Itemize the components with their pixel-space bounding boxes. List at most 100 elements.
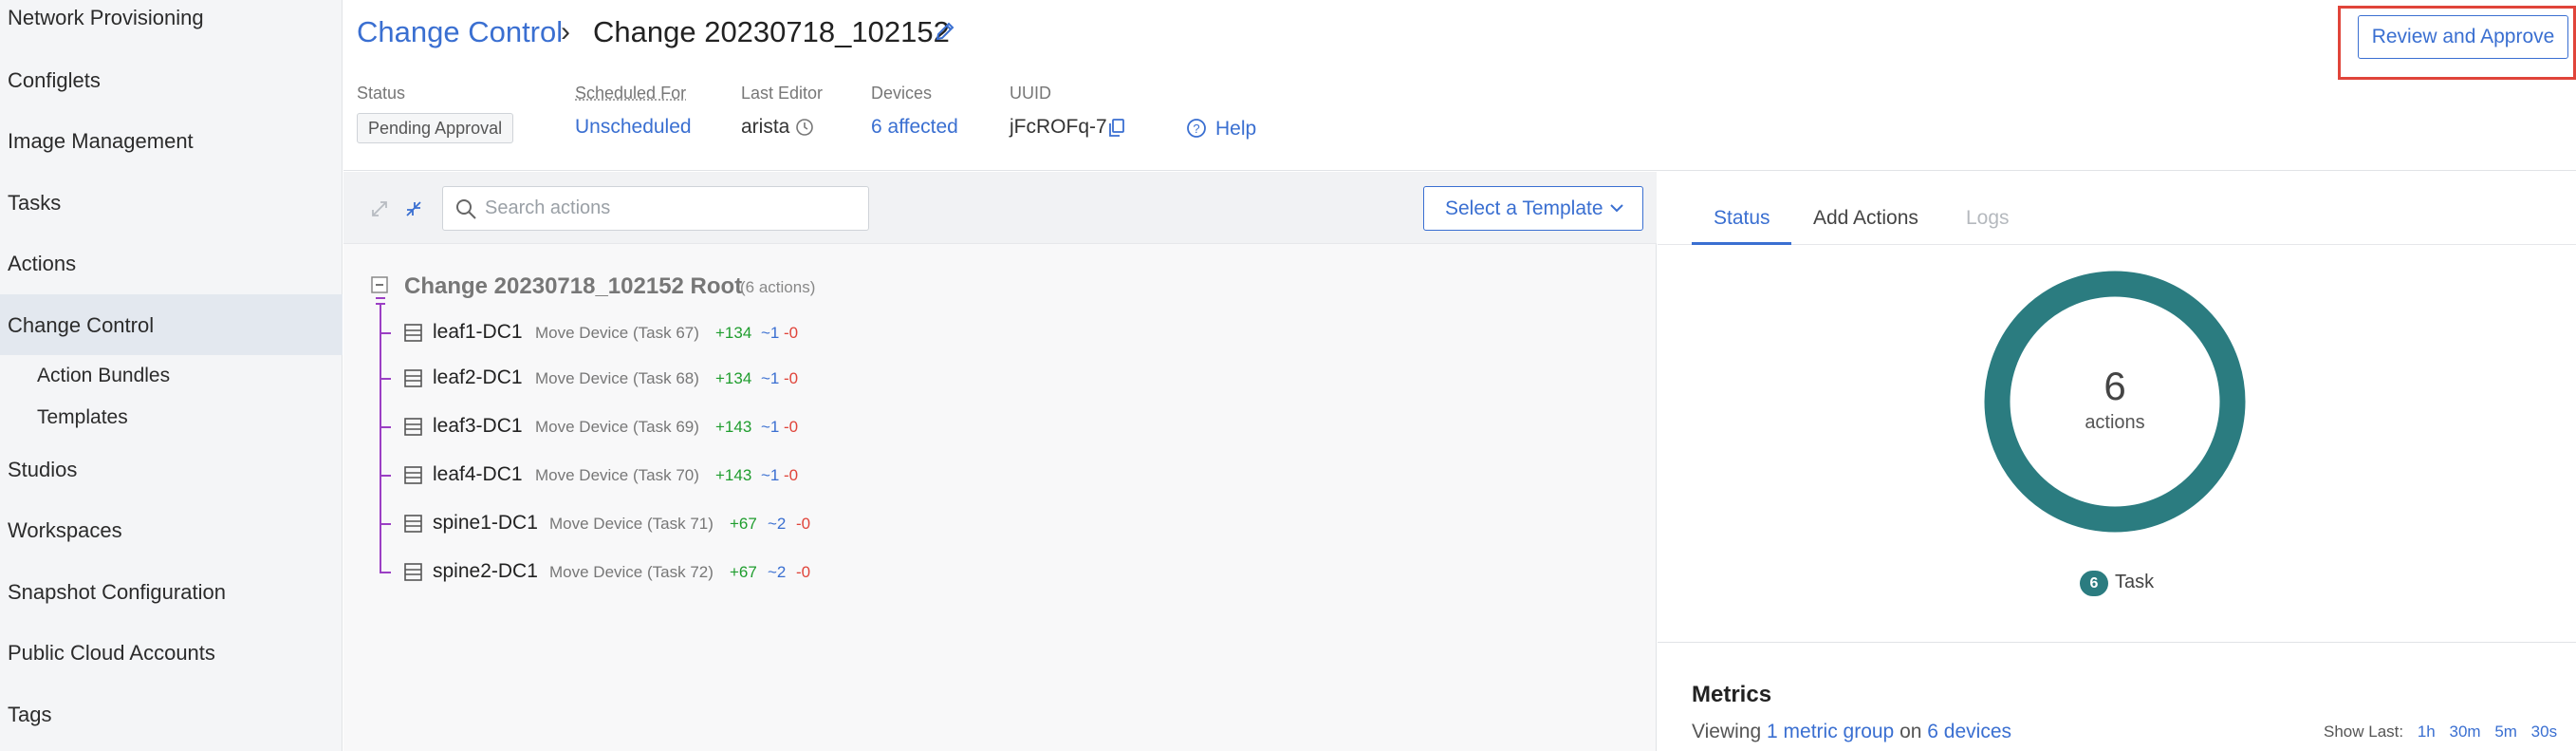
last-editor-label: Last Editor <box>741 84 824 103</box>
sidebar-item-workspaces[interactable]: Workspaces <box>8 518 122 543</box>
tree-action-label: Move Device (Task 70) <box>535 466 699 484</box>
sidebar-item-snapshot-configuration[interactable]: Snapshot Configuration <box>8 580 226 605</box>
sidebar-item-actions[interactable]: Actions <box>8 252 76 276</box>
device-icon <box>404 563 422 581</box>
tree-action-label: Move Device (Task 72) <box>549 563 713 581</box>
clock-icon[interactable] <box>795 118 814 137</box>
device-icon <box>404 369 422 387</box>
sidebar-item-tasks[interactable]: Tasks <box>8 191 61 216</box>
tree-connector-lines <box>376 297 391 573</box>
expand-all-icon[interactable] <box>370 199 389 218</box>
active-tab-indicator <box>1692 242 1791 245</box>
legend-count-badge: 6 <box>2080 571 2108 596</box>
show-last-5m[interactable]: 5m <box>2494 723 2517 741</box>
sidebar-subitem-templates[interactable]: Templates <box>37 406 128 429</box>
select-template-button[interactable]: Select a Template <box>1423 186 1643 231</box>
breadcrumb-change-control-link[interactable]: Change Control <box>357 15 563 49</box>
sidebar: Network Provisioning Configlets Image Ma… <box>0 0 343 751</box>
devices-label: Devices <box>871 84 933 103</box>
uuid-label: UUID <box>1010 84 1051 103</box>
device-icon <box>404 418 422 436</box>
device-icon <box>404 324 422 342</box>
tree-device-name: spine1-DC1 <box>433 512 538 534</box>
tree-root-label[interactable]: Change 20230718_102152 Root <box>404 273 742 300</box>
metrics-title: Metrics <box>1692 682 1772 707</box>
tab-add-actions[interactable]: Add Actions <box>1813 207 1918 230</box>
collapse-root-icon[interactable] <box>371 276 390 295</box>
sidebar-item-image-management[interactable]: Image Management <box>8 129 194 154</box>
chevron-right-icon: › <box>561 16 570 47</box>
tree-diff-deleted: -0 <box>796 515 811 533</box>
metrics-on-label: on <box>1900 721 1922 742</box>
sidebar-item-public-cloud-accounts[interactable]: Public Cloud Accounts <box>8 641 215 666</box>
annotation-highlight-box <box>2338 6 2576 80</box>
tree-diff-added: +134 <box>715 324 752 342</box>
show-last-selector: Show Last: 1h 30m 5m 30s <box>2324 723 2557 742</box>
metrics-viewing-text: Viewing 1 metric group on 6 devices <box>1692 721 2011 743</box>
tab-logs[interactable]: Logs <box>1966 207 2010 230</box>
tree-diff-deleted: -0 <box>784 369 799 387</box>
show-last-30m[interactable]: 30m <box>2450 723 2481 741</box>
tree-device-name: leaf3-DC1 <box>433 415 523 437</box>
tree-diff-added: +134 <box>715 369 752 387</box>
tree-diff-deleted: -0 <box>784 324 799 342</box>
sidebar-item-studios[interactable]: Studios <box>8 458 77 482</box>
show-last-1h[interactable]: 1h <box>2418 723 2436 741</box>
tree-diff-modified: ~1 <box>761 466 780 484</box>
tree-diff-deleted: -0 <box>796 563 811 581</box>
device-icon <box>404 515 422 533</box>
sidebar-item-tags[interactable]: Tags <box>8 703 51 727</box>
show-last-30s[interactable]: 30s <box>2531 723 2557 741</box>
pencil-icon[interactable] <box>935 21 955 42</box>
sidebar-item-network-provisioning[interactable]: Network Provisioning <box>8 6 204 30</box>
help-icon[interactable]: ? <box>1186 118 1207 139</box>
sidebar-subitem-action-bundles[interactable]: Action Bundles <box>37 365 170 387</box>
sidebar-item-change-control[interactable]: Change Control <box>8 313 154 338</box>
tree-action-label: Move Device (Task 67) <box>535 324 699 342</box>
tree-device-name: leaf1-DC1 <box>433 321 523 343</box>
tree-diff-deleted: -0 <box>784 418 799 436</box>
scheduled-label: Scheduled For <box>575 84 687 103</box>
tree-diff-added: +67 <box>730 563 757 581</box>
metric-group-link[interactable]: 1 metric group <box>1767 721 1894 742</box>
metrics-divider <box>1658 642 2576 643</box>
device-icon <box>404 466 422 484</box>
uuid-value: jFcROFq-7 <box>1010 116 1107 138</box>
help-link[interactable]: Help <box>1215 118 1256 141</box>
tree-root-count: (6 actions) <box>740 278 816 296</box>
metric-devices-link[interactable]: 6 devices <box>1927 721 2011 742</box>
status-label: Status <box>357 84 406 103</box>
chevron-down-icon <box>1610 204 1623 213</box>
legend-label: Task <box>2115 572 2155 592</box>
tree-device-name: leaf4-DC1 <box>433 463 523 485</box>
donut-label: actions <box>2085 412 2145 433</box>
tree-device-name: leaf2-DC1 <box>433 366 523 388</box>
scheduled-value-link[interactable]: Unscheduled <box>575 116 692 139</box>
tree-diff-modified: ~1 <box>761 369 780 387</box>
last-editor-value: arista <box>741 116 790 138</box>
tree-diff-modified: ~1 <box>761 324 780 342</box>
tree-diff-added: +143 <box>715 418 752 436</box>
status-badge: Pending Approval <box>357 113 514 143</box>
tree-diff-modified: ~2 <box>768 515 787 533</box>
show-last-label: Show Last: <box>2324 723 2404 741</box>
tree-action-label: Move Device (Task 69) <box>535 418 699 436</box>
svg-text:?: ? <box>1193 122 1199 136</box>
donut-count: 6 <box>2103 364 2126 408</box>
search-icon <box>456 199 476 219</box>
page-title: Change 20230718_102152 <box>593 15 950 48</box>
tree-action-label: Move Device (Task 71) <box>549 515 713 533</box>
tab-status[interactable]: Status <box>1714 207 1770 230</box>
tree-diff-modified: ~2 <box>768 563 787 581</box>
sidebar-item-configlets[interactable]: Configlets <box>8 68 101 93</box>
tree-action-label: Move Device (Task 68) <box>535 369 699 387</box>
tree-diff-deleted: -0 <box>784 466 799 484</box>
search-actions-input[interactable] <box>485 187 862 230</box>
collapse-all-icon[interactable] <box>404 199 423 218</box>
tree-device-name: spine2-DC1 <box>433 560 538 582</box>
select-template-label: Select a Template <box>1445 197 1603 219</box>
copy-icon[interactable] <box>1107 118 1126 139</box>
actions-tree-panel <box>343 172 1657 751</box>
metrics-viewing-label: Viewing <box>1692 721 1762 742</box>
devices-affected-link[interactable]: 6 affected <box>871 116 958 139</box>
